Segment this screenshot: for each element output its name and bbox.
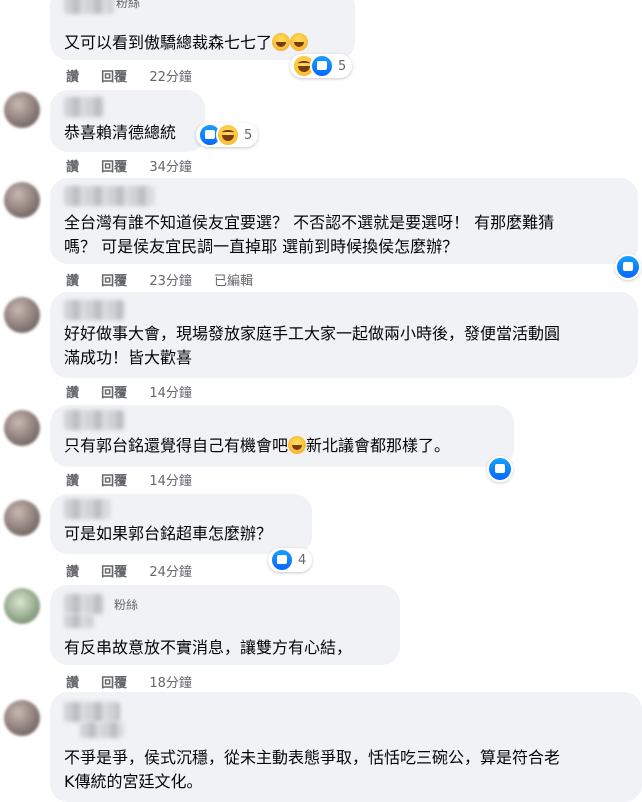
like-button[interactable]: 讚 xyxy=(66,382,79,401)
commenter-name[interactable] xyxy=(64,410,124,430)
reply-button[interactable]: 回覆 xyxy=(101,672,127,691)
comment-actions: 讚 回覆 34分鐘 xyxy=(66,156,210,175)
avatar[interactable] xyxy=(4,588,40,624)
commenter-name[interactable] xyxy=(64,0,114,14)
like-button[interactable]: 讚 xyxy=(66,156,79,175)
edited-label[interactable]: 已編輯 xyxy=(214,270,253,289)
reply-button[interactable]: 回覆 xyxy=(101,470,127,489)
commenter-name[interactable] xyxy=(64,186,154,206)
comment-timestamp[interactable]: 22分鐘 xyxy=(149,66,192,85)
fan-badge: 粉絲 xyxy=(114,598,139,612)
like-button[interactable]: 讚 xyxy=(66,672,79,691)
commenter-name[interactable] xyxy=(64,702,120,722)
avatar[interactable] xyxy=(4,700,40,736)
comment-text: 又可以看到傲驕總裁森七七了 xyxy=(64,31,309,55)
commenter-name[interactable] xyxy=(64,614,94,628)
comment-actions: 讚 回覆 22分鐘 xyxy=(66,66,210,85)
comment-text-line: K傳統的宮廷文化。 xyxy=(64,772,203,791)
comment-text-line: 不爭是爭，侯式沉穩，從未主動表態爭取，恬恬吃三碗公，算是符合老 xyxy=(64,748,561,767)
haha-icon xyxy=(216,123,240,147)
laughing-emoji-icon xyxy=(272,33,291,51)
comment-actions: 讚 回覆 23分鐘 已編輯 xyxy=(66,270,253,289)
laughing-emoji-icon xyxy=(290,33,309,51)
comment-timestamp[interactable]: 24分鐘 xyxy=(149,561,192,580)
comment-text-line: 嗎？ 可是侯友宜民調一直掉耶 選前到時候換侯怎麼辦？ xyxy=(64,237,459,256)
comment-timestamp[interactable]: 23分鐘 xyxy=(149,270,192,289)
grinning-emoji-icon xyxy=(288,436,307,454)
comment-text: 有反串故意放不實消息，讓雙方有心結， xyxy=(64,638,353,657)
comment-text-line: 全台灣有誰不知道侯友宜要選？ 不否認不選就是要選呀！ 有那麼難猜 xyxy=(64,213,555,232)
comment-actions: 讚 回覆 14分鐘 xyxy=(66,470,210,489)
comment-text: 恭喜賴清德總統 xyxy=(64,123,177,142)
comment-timestamp[interactable]: 34分鐘 xyxy=(149,156,192,175)
comment-text-line: 滿成功！皆大歡喜 xyxy=(64,348,193,367)
commenter-name[interactable] xyxy=(64,594,104,614)
commenter-name[interactable] xyxy=(80,722,124,738)
like-button[interactable]: 讚 xyxy=(66,561,79,580)
fan-badge: 粉絲 xyxy=(116,0,141,10)
like-button[interactable]: 讚 xyxy=(66,270,79,289)
comment-timestamp[interactable]: 14分鐘 xyxy=(149,470,192,489)
comment-actions: 讚 回覆 18分鐘 xyxy=(66,672,210,691)
commenter-name[interactable] xyxy=(64,300,124,320)
reaction-summary[interactable]: 4 xyxy=(268,548,313,572)
reply-button[interactable]: 回覆 xyxy=(101,382,127,401)
like-icon xyxy=(310,54,334,78)
commenter-name[interactable] xyxy=(64,499,110,519)
like-icon xyxy=(270,548,294,572)
reply-button[interactable]: 回覆 xyxy=(101,561,127,580)
avatar[interactable] xyxy=(4,182,40,218)
reaction-count: 5 xyxy=(338,58,347,74)
comment-text-line: 好好做事大會，現場發放家庭手工大家一起做兩小時後，發便當活動圓 xyxy=(64,324,561,343)
avatar[interactable] xyxy=(4,92,40,128)
reply-button[interactable]: 回覆 xyxy=(101,66,127,85)
like-button[interactable]: 讚 xyxy=(66,470,79,489)
reply-button[interactable]: 回覆 xyxy=(101,156,127,175)
avatar[interactable] xyxy=(4,500,40,536)
comment-timestamp[interactable]: 18分鐘 xyxy=(149,672,192,691)
reply-button[interactable]: 回覆 xyxy=(101,270,127,289)
comment-timestamp[interactable]: 14分鐘 xyxy=(149,382,192,401)
like-icon[interactable] xyxy=(487,456,513,482)
reaction-count: 4 xyxy=(298,552,307,568)
commenter-name[interactable] xyxy=(64,97,104,117)
reaction-summary[interactable]: 5 xyxy=(196,123,259,147)
comment-actions: 讚 回覆 14分鐘 xyxy=(66,382,210,401)
comment-text: 只有郭台銘還覺得自己有機會吧 新北議會都那樣了。 xyxy=(64,436,451,455)
reaction-count: 5 xyxy=(244,127,253,143)
like-icon[interactable] xyxy=(615,254,641,280)
avatar[interactable] xyxy=(4,297,40,333)
reaction-summary[interactable]: 5 xyxy=(290,54,353,78)
comment-text: 可是如果郭台銘超車怎麼辦？ xyxy=(64,524,273,543)
avatar[interactable] xyxy=(4,410,40,446)
like-button[interactable]: 讚 xyxy=(66,66,79,85)
comment-actions: 讚 回覆 24分鐘 xyxy=(66,561,210,580)
